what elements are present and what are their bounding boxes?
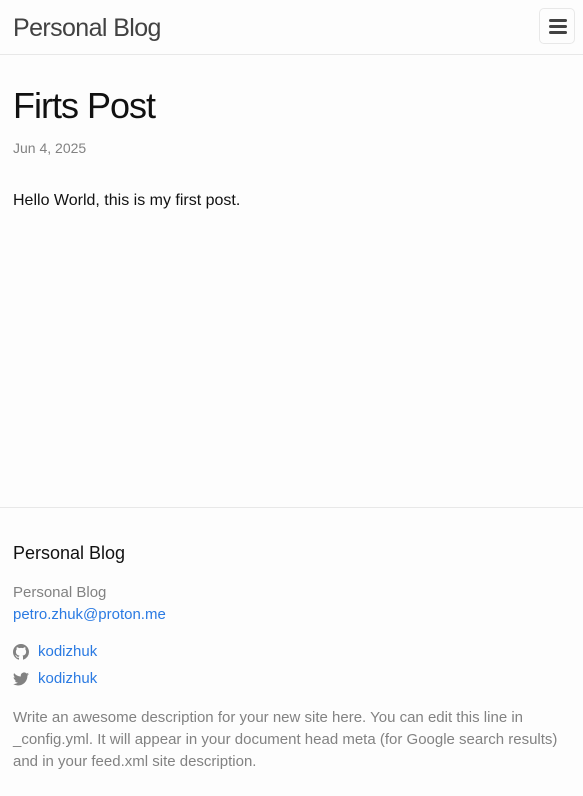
site-description: Write an awesome description for your ne… — [13, 709, 558, 770]
twitter-social-item: kodizhuk — [13, 669, 97, 689]
post-date: Jun 4, 2025 — [13, 140, 87, 156]
footer-heading: Personal Blog — [13, 543, 126, 563]
twitter-username-link[interactable]: kodizhuk — [38, 669, 97, 689]
footer-email-link[interactable]: petro.zhuk@proton.me — [13, 605, 166, 625]
post-title: Firts Post — [13, 85, 156, 126]
site-header: Personal Blog — [0, 0, 583, 55]
site-title-link[interactable]: Personal Blog — [13, 13, 161, 43]
github-social-item: kodizhuk — [13, 642, 97, 662]
twitter-icon — [13, 672, 29, 686]
site-footer: Personal Blog Personal Blog petro.zhuk@p… — [0, 507, 583, 796]
github-username-link[interactable]: kodizhuk — [38, 642, 97, 662]
menu-toggle-button[interactable] — [539, 8, 575, 44]
footer-author-name: Personal Blog — [13, 584, 107, 601]
github-icon — [13, 644, 29, 660]
post-body: Hello World, this is my first post. — [13, 192, 241, 209]
hamburger-menu-icon — [549, 19, 567, 34]
